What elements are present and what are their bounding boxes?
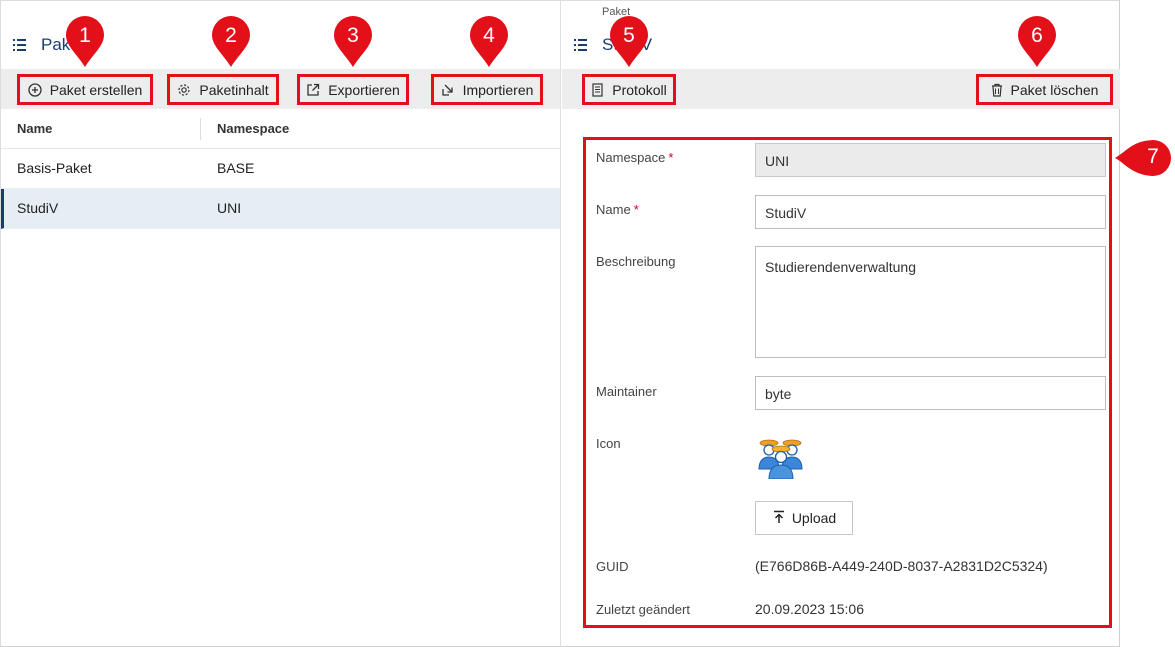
icon-label: Icon — [596, 436, 621, 451]
app-window: Pakete Paket erstellen Paketinhalt Expor… — [0, 0, 1120, 647]
delete-package-label: Paket löschen — [1010, 81, 1099, 98]
list-icon — [574, 39, 588, 51]
package-content-label: Paketinhalt — [199, 81, 269, 98]
maintainer-label: Maintainer — [596, 384, 657, 399]
package-list-toolbar: Paket erstellen Paketinhalt Exportieren … — [1, 69, 560, 109]
name-label: Name * — [596, 202, 639, 217]
row-namespace: BASE — [217, 160, 255, 176]
callout-number-5: 5 — [623, 24, 635, 47]
table-row[interactable]: Basis-Paket BASE — [1, 149, 560, 189]
guid-label: GUID — [596, 559, 629, 574]
log-button[interactable]: Protokoll — [582, 74, 676, 105]
export-button[interactable]: Exportieren — [297, 74, 409, 105]
callout-number-6: 6 — [1031, 24, 1043, 47]
upload-button[interactable]: Upload — [755, 501, 853, 535]
row-name: Basis-Paket — [17, 160, 92, 176]
maintainer-field[interactable]: byte — [755, 376, 1106, 410]
document-icon — [591, 82, 604, 97]
list-icon — [13, 39, 27, 51]
last-changed-value: 20.09.2023 15:06 — [755, 601, 864, 617]
delete-package-button[interactable]: Paket löschen — [976, 74, 1113, 105]
package-detail-toolbar: Protokoll Paket löschen — [562, 69, 1120, 109]
package-list-panel: Pakete Paket erstellen Paketinhalt Expor… — [1, 1, 561, 647]
description-label: Beschreibung — [596, 254, 676, 269]
name-field[interactable]: StudiV — [755, 195, 1106, 229]
callout-number-7: 7 — [1147, 145, 1159, 168]
callout-number-1: 1 — [79, 24, 91, 47]
namespace-label: Namespace * — [596, 150, 674, 165]
import-label: Importieren — [462, 81, 534, 98]
column-header-name[interactable]: Name — [17, 121, 52, 136]
callout-number-4: 4 — [483, 24, 495, 47]
import-arrow-icon — [441, 83, 455, 97]
row-name: StudiV — [17, 200, 59, 216]
row-namespace: UNI — [217, 200, 242, 216]
column-header-namespace[interactable]: Namespace — [217, 121, 289, 136]
callout-number-2: 2 — [225, 24, 237, 47]
create-package-button[interactable]: Paket erstellen — [17, 74, 153, 105]
package-content-button[interactable]: Paketinhalt — [167, 74, 279, 105]
external-link-icon — [306, 83, 320, 97]
guid-value: (E766D86B-A449-240D-8037-A2831D2C5324) — [755, 558, 1048, 574]
students-icon — [758, 439, 803, 479]
callout-number-3: 3 — [347, 24, 359, 47]
trash-icon — [991, 83, 1003, 97]
column-divider[interactable] — [200, 118, 201, 140]
import-button[interactable]: Importieren — [431, 74, 543, 105]
create-package-label: Paket erstellen — [49, 81, 143, 98]
description-textarea[interactable]: Studierendenverwaltung — [755, 246, 1106, 358]
plus-circle-icon — [28, 82, 42, 97]
upload-icon — [772, 510, 786, 527]
table-header: Name Namespace — [1, 109, 560, 149]
gear-icon — [177, 83, 191, 97]
last-changed-label: Zuletzt geändert — [596, 602, 690, 617]
table-row-selected[interactable]: StudiV UNI — [1, 189, 560, 229]
log-label: Protokoll — [612, 81, 667, 98]
upload-label: Upload — [791, 510, 837, 526]
package-detail-panel: Paket StudiV Protokoll Paket löschen — [562, 1, 1120, 647]
export-label: Exportieren — [328, 81, 400, 98]
namespace-field: UNI — [755, 143, 1106, 177]
package-form: Namespace * UNI Name * StudiV Beschreibung… — [583, 137, 1112, 628]
